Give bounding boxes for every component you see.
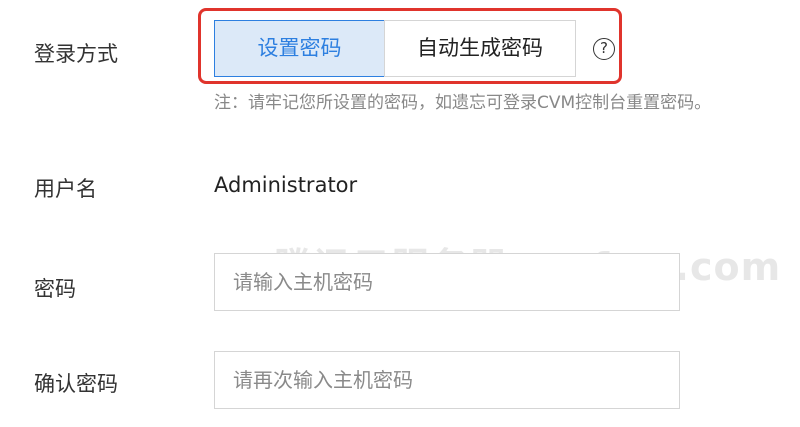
question-circle-icon[interactable]: ? bbox=[593, 38, 615, 60]
password-note: 注：请牢记您所设置的密码，如遗忘可登录CVM控制台重置密码。 bbox=[214, 93, 712, 113]
username-value: Administrator bbox=[214, 173, 358, 197]
confirm-password-label: 确认密码 bbox=[34, 372, 118, 396]
password-label: 密码 bbox=[34, 277, 76, 301]
login-method-label: 登录方式 bbox=[34, 42, 118, 66]
username-label: 用户名 bbox=[34, 177, 97, 201]
password-input[interactable] bbox=[214, 253, 680, 311]
set-password-option[interactable]: 设置密码 bbox=[214, 20, 385, 77]
confirm-password-input[interactable] bbox=[214, 351, 680, 409]
auto-generate-password-option[interactable]: 自动生成密码 bbox=[384, 20, 576, 77]
instance-login-form: 登录方式 设置密码 自动生成密码 ? 注：请牢记您所设置的密码，如遗忘可登录CV… bbox=[0, 0, 800, 427]
